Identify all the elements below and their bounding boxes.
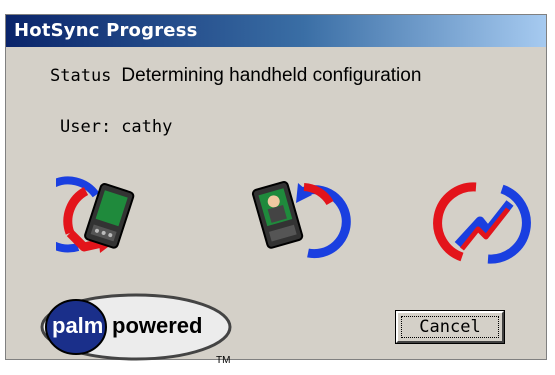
trademark-mark: TM: [216, 355, 231, 366]
powered-wordmark: powered: [112, 313, 203, 338]
status-row: Status Determining handheld configuration: [50, 65, 421, 87]
cancel-button[interactable]: Cancel: [395, 310, 505, 344]
sync-arrows-handheld-icon: [56, 176, 135, 253]
hotsync-progress-dialog: HotSync Progress Status Determining handh…: [5, 14, 547, 366]
status-label: Status: [50, 66, 112, 86]
user-row: User: cathy: [60, 117, 172, 137]
title-bar[interactable]: HotSync Progress: [6, 15, 546, 47]
user-name: cathy: [121, 117, 173, 137]
status-text: Determining handheld configuration: [121, 65, 422, 86]
window-title: HotSync Progress: [14, 20, 198, 41]
user-label: User:: [60, 117, 112, 137]
sync-arrows-user-handheld-icon: [251, 181, 351, 259]
palm-wordmark: palm: [52, 313, 104, 338]
cancel-button-label: Cancel: [401, 316, 499, 338]
sync-connection-icon: [433, 182, 531, 264]
palm-powered-logo: palm powered TM: [40, 291, 240, 371]
